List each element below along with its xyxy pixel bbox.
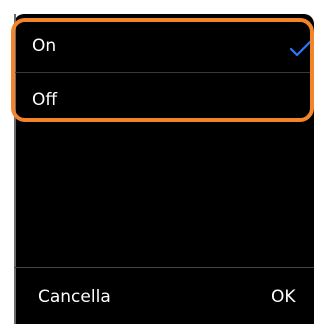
option-divider xyxy=(14,72,314,73)
option-off-label: Off xyxy=(32,90,58,110)
option-off[interactable]: Off xyxy=(14,74,314,128)
dialog-right-edge xyxy=(318,14,321,324)
option-on[interactable]: On xyxy=(14,20,314,74)
ok-button[interactable]: OK xyxy=(271,287,296,307)
button-bar-divider xyxy=(14,267,314,268)
cancel-button[interactable]: Cancella xyxy=(38,287,111,307)
option-on-label: On xyxy=(32,36,57,56)
checkmark-icon xyxy=(288,37,314,59)
